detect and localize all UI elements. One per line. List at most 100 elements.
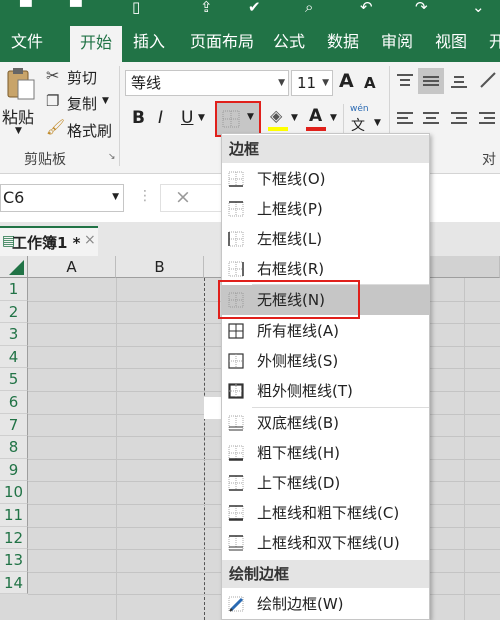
menu-item-thick-bottom-border[interactable]: 粗下框线(H) (222, 438, 429, 468)
more-icon[interactable]: ⌄ (472, 0, 485, 16)
tab-formulas[interactable]: 公式 (266, 22, 312, 62)
italic-button[interactable]: I (158, 108, 163, 128)
menu-item-label: 双底框线(B) (257, 414, 339, 432)
paste-dropdown-icon[interactable]: ▼ (15, 126, 22, 136)
font-color-dropdown-icon[interactable]: ▼ (330, 113, 337, 123)
cancel-icon[interactable]: × (175, 186, 191, 208)
menu-item-top-border[interactable]: 上框线(P) (222, 194, 429, 224)
underline-dropdown-icon[interactable]: ▼ (198, 113, 205, 123)
formula-controls: × (160, 184, 222, 212)
row-header[interactable]: 2 (0, 300, 28, 324)
chevron-down-icon[interactable]: ▼ (278, 71, 285, 95)
print-preview-icon[interactable]: ⌕ (305, 0, 313, 16)
menu-item-all-borders[interactable]: 所有框线(A) (222, 316, 429, 346)
menu-item-outside-borders[interactable]: 外侧框线(S) (222, 346, 429, 376)
fill-color-icon[interactable]: ◈ (270, 106, 282, 125)
tab-more[interactable]: 开 (482, 22, 500, 62)
menu-item-label: 所有框线(A) (257, 322, 339, 340)
tab-page-layout[interactable]: 页面布局 (182, 22, 262, 62)
phonetic-dropdown-icon[interactable]: ▼ (374, 118, 381, 128)
menu-item-label: 外侧框线(S) (257, 352, 339, 370)
row-header[interactable]: 14 (0, 571, 28, 595)
group-divider (119, 66, 120, 166)
top-thick-bottom-border-icon (228, 505, 244, 521)
menu-section-header: 绘制边框 (222, 560, 429, 588)
column-header[interactable] (430, 256, 500, 278)
menu-item-left-border[interactable]: 左框线(L) (222, 224, 429, 254)
highlight-box (218, 280, 360, 319)
chevron-down-icon[interactable]: ▼ (112, 192, 119, 202)
outside-borders-icon (228, 353, 244, 369)
close-icon[interactable]: × (84, 232, 96, 248)
format-painter-button[interactable]: 格式刷 (67, 120, 112, 141)
row-header[interactable]: 11 (0, 504, 28, 527)
menu-section-header: 边框 (222, 135, 429, 163)
menu-item-label: 左框线(L) (257, 230, 323, 248)
column-header[interactable]: B (116, 256, 204, 278)
menu-item-thick-outside-borders[interactable]: 粗外侧框线(T) (222, 376, 429, 406)
row-header[interactable]: 5 (0, 368, 28, 391)
row-header[interactable]: 4 (0, 345, 28, 369)
paste-icon[interactable] (4, 66, 38, 100)
font-size-combo[interactable]: 11 ▼ (291, 70, 333, 96)
cut-button[interactable]: 剪切 (67, 67, 97, 88)
row-header[interactable]: 3 (0, 323, 28, 346)
undo-icon[interactable]: ↶ (360, 0, 373, 16)
bold-button[interactable]: B (132, 108, 145, 128)
indent-icon[interactable] (478, 110, 496, 128)
menu-item-draw-border[interactable]: 绘制边框(W) (222, 589, 429, 619)
top-double-bottom-border-icon (228, 535, 244, 551)
copy-button[interactable]: 复制 (67, 93, 97, 114)
font-name-combo[interactable]: 等线 ▼ (125, 70, 289, 96)
phonetic-guide-button[interactable]: 文 (351, 115, 365, 135)
shrink-font-button[interactable]: A (364, 74, 376, 92)
row-header[interactable]: 12 (0, 526, 28, 550)
align-left-icon[interactable] (396, 110, 414, 128)
tab-home[interactable]: 开始 (70, 26, 122, 62)
tab-insert[interactable]: 插入 (126, 22, 172, 62)
row-header[interactable]: 8 (0, 436, 28, 459)
underline-button[interactable]: U (181, 108, 193, 128)
touch-mode-icon[interactable]: ▀ (70, 0, 82, 16)
menu-item-bottom-border[interactable]: 下框线(O) (222, 164, 429, 194)
row-header[interactable]: 7 (0, 413, 28, 437)
font-color-swatch (306, 127, 326, 131)
right-border-icon (228, 261, 244, 277)
menu-item-bottom-double-border[interactable]: 双底框线(B) (222, 408, 429, 438)
menu-item-top-thick-bottom-border[interactable]: 上框线和粗下框线(C) (222, 498, 429, 528)
tab-data[interactable]: 数据 (320, 22, 366, 62)
paste-button[interactable]: 粘贴 (2, 104, 34, 128)
tab-review[interactable]: 审阅 (374, 22, 420, 62)
align-right-icon[interactable] (450, 110, 468, 128)
row-header[interactable]: 6 (0, 391, 28, 414)
clipboard-launcher-icon[interactable]: ↘ (108, 152, 116, 162)
share-icon[interactable]: ⇪ (200, 0, 213, 16)
row-header[interactable]: 13 (0, 549, 28, 572)
row-header[interactable]: 1 (0, 278, 28, 301)
fill-color-dropdown-icon[interactable]: ▼ (291, 113, 298, 123)
spellcheck-icon[interactable]: ✔ (248, 0, 261, 16)
align-center-icon[interactable] (422, 110, 440, 128)
select-all-corner[interactable] (0, 256, 28, 278)
new-file-icon[interactable]: ▯ (132, 0, 140, 16)
align-middle-icon[interactable] (418, 68, 444, 94)
font-color-button[interactable]: A (309, 106, 322, 126)
menu-item-top-double-bottom-border[interactable]: 上框线和双下框线(U) (222, 528, 429, 558)
tab-file[interactable]: 文件 (0, 22, 54, 62)
workbook-tab[interactable]: ▤ 工作簿1 * × (0, 226, 98, 256)
tab-view[interactable]: 视图 (428, 22, 474, 62)
grow-font-button[interactable]: A (339, 70, 354, 92)
save-icon[interactable]: ▀ (20, 0, 32, 16)
align-top-icon[interactable] (396, 72, 414, 90)
menu-item-top-bottom-border[interactable]: 上下框线(D) (222, 468, 429, 498)
drag-handle-icon[interactable]: ⋮ (138, 188, 152, 204)
redo-icon[interactable]: ↷ (415, 0, 428, 16)
align-bottom-icon[interactable] (450, 72, 468, 90)
name-box[interactable]: C6 ▼ (0, 184, 124, 212)
copy-dropdown-icon[interactable]: ▼ (102, 96, 109, 106)
row-header[interactable]: 10 (0, 481, 28, 504)
orientation-icon[interactable] (478, 70, 498, 90)
row-header[interactable]: 9 (0, 458, 28, 482)
column-header[interactable]: A (28, 256, 116, 278)
chevron-down-icon[interactable]: ▼ (322, 71, 329, 95)
